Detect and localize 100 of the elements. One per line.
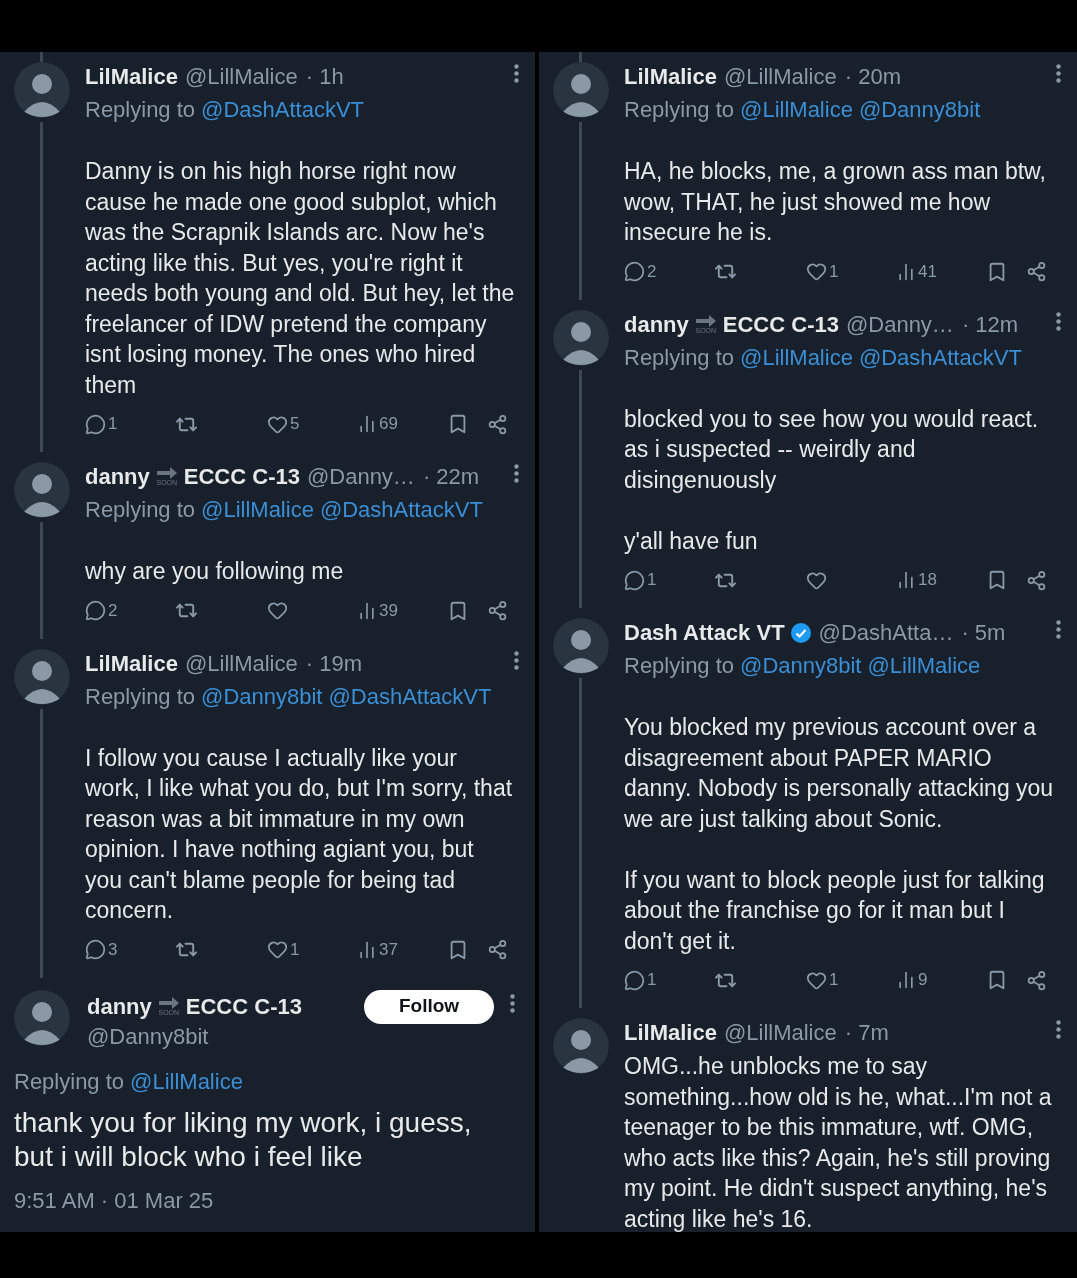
- reply-button[interactable]: 2: [85, 597, 175, 624]
- views-button[interactable]: 37: [357, 936, 447, 963]
- display-name[interactable]: danny: [85, 460, 150, 493]
- views-button[interactable]: 18: [896, 567, 986, 593]
- display-name[interactable]: danny: [87, 989, 152, 1023]
- reply-button[interactable]: 2: [624, 258, 714, 285]
- display-name-suffix: ECCC C-13: [185, 992, 302, 1021]
- reply-button[interactable]: 1: [85, 411, 175, 437]
- reply-button[interactable]: 1: [624, 567, 714, 593]
- user-handle[interactable]: @LillMalice: [184, 646, 298, 680]
- display-name[interactable]: LilMalice: [85, 646, 178, 680]
- post-time: · 19m: [305, 649, 362, 678]
- views-button[interactable]: 41: [896, 258, 986, 285]
- more-options-button[interactable]: [514, 64, 519, 83]
- more-icon: [1056, 620, 1061, 639]
- arrow-icon: [157, 996, 180, 1009]
- post-text: OMG...he unblocks me to say something...how old is he, what...I'm not a teenager to be this immature, wtf. OMG, who acts like this? Again, he's still proving my point. He didn't suspect anything, he's acting like he's 16.: [624, 1052, 1053, 1232]
- reply-button[interactable]: 1: [624, 967, 714, 993]
- share-button[interactable]: [487, 413, 508, 435]
- more-options-button[interactable]: [1056, 64, 1061, 83]
- like-button[interactable]: 1: [267, 936, 357, 963]
- more-icon: [1056, 311, 1061, 331]
- mention-link[interactable]: @Danny8bit: [858, 93, 981, 126]
- more-options-button[interactable]: [514, 650, 519, 670]
- share-icon: [1026, 569, 1047, 591]
- replying-label: Replying to: [624, 343, 735, 372]
- views-icon: [896, 261, 916, 282]
- replying-label: Replying to: [85, 96, 196, 124]
- share-icon: [487, 413, 508, 435]
- share-button[interactable]: [1026, 569, 1047, 591]
- post-text: why are you following me: [85, 557, 345, 586]
- share-button[interactable]: [487, 939, 508, 960]
- mention-link[interactable]: @DashAttackVT: [858, 340, 1022, 374]
- user-handle[interactable]: @Danny…: [845, 307, 954, 341]
- mention-link[interactable]: @DashAttackVT: [319, 493, 483, 526]
- avatar[interactable]: [14, 62, 70, 118]
- avatar[interactable]: [14, 648, 70, 705]
- like-button[interactable]: 1: [806, 967, 896, 993]
- user-handle[interactable]: @LillMalice: [723, 1016, 837, 1049]
- comment-icon: [85, 939, 106, 960]
- post-text: If you want to block people just for talking about the franchise go for it man but I don't get it.: [624, 865, 1046, 956]
- display-name[interactable]: LilMalice: [624, 1016, 717, 1049]
- more-options-button[interactable]: [1056, 620, 1061, 639]
- avatar[interactable]: [553, 62, 609, 118]
- replying-label: Replying to: [14, 1067, 125, 1096]
- mention-link[interactable]: @Danny8bit: [740, 649, 862, 682]
- arrow-icon: [694, 314, 717, 327]
- avatar[interactable]: [553, 618, 609, 674]
- mention-link[interactable]: @LillMalice: [867, 649, 981, 682]
- display-name[interactable]: LilMalice: [624, 60, 717, 93]
- avatar[interactable]: [553, 1018, 609, 1074]
- share-button[interactable]: [1026, 261, 1047, 282]
- mention-link[interactable]: @LillMalice: [201, 493, 314, 526]
- user-handle[interactable]: @Danny8bit: [87, 1022, 364, 1051]
- avatar[interactable]: [553, 309, 609, 366]
- more-options-button[interactable]: [1056, 311, 1061, 331]
- follow-button[interactable]: Follow: [364, 989, 494, 1024]
- user-handle[interactable]: @Danny…: [306, 460, 415, 493]
- views-icon: [357, 414, 377, 434]
- mention-link[interactable]: @LillMalice: [130, 1064, 243, 1098]
- post-time: · 5m: [961, 619, 1006, 647]
- user-handle[interactable]: @LillMalice: [723, 60, 837, 93]
- avatar[interactable]: [14, 462, 70, 518]
- user-handle[interactable]: @DashAtta…: [818, 616, 954, 649]
- user-handle[interactable]: @LillMalice: [184, 60, 298, 93]
- heart-icon: [267, 939, 288, 960]
- views-button[interactable]: 39: [357, 597, 447, 624]
- reply-button[interactable]: 3: [85, 936, 175, 963]
- mention-link[interactable]: @DashAttackVT: [201, 93, 364, 126]
- views-button[interactable]: 9: [896, 967, 986, 993]
- more-options-button[interactable]: [510, 993, 515, 1013]
- post-time: · 20m: [844, 63, 901, 91]
- display-name[interactable]: Dash Attack VT: [624, 616, 785, 649]
- arrow-icon: [155, 467, 178, 479]
- heart-icon: [267, 600, 288, 621]
- more-options-button[interactable]: [1056, 1020, 1061, 1039]
- display-name[interactable]: LilMalice: [85, 60, 178, 93]
- post-time: · 22m: [422, 463, 480, 491]
- like-button[interactable]: 5: [267, 411, 357, 437]
- mention-link[interactable]: @LillMalice: [740, 340, 853, 374]
- mention-link[interactable]: @DashAttackVT: [328, 679, 492, 713]
- post-text: I follow you cause I actually like your work, I like what you do, but I'm sorry, that reason was a bit immature in my own opinion. I have nothing agiant you, but you can't blame people for being tad concern.: [85, 743, 514, 925]
- more-options-button[interactable]: [514, 464, 519, 483]
- views-icon: [357, 939, 377, 960]
- avatar[interactable]: [14, 989, 70, 1046]
- display-name[interactable]: danny: [624, 307, 689, 341]
- mention-link[interactable]: @LillMalice: [740, 93, 853, 126]
- share-icon: [1026, 969, 1047, 991]
- replying-label: Replying to: [624, 96, 735, 124]
- comment-icon: [624, 569, 645, 591]
- post-time: · 1h: [305, 63, 344, 91]
- mention-link[interactable]: @Danny8bit: [201, 679, 323, 713]
- replying-label: Replying to: [85, 682, 196, 711]
- share-button[interactable]: [487, 600, 508, 621]
- views-button[interactable]: 69: [357, 411, 447, 437]
- post-text: HA, he blocks, me, a grown ass man btw, wow, THAT, he just showed me how insecure he is.: [624, 157, 1047, 247]
- share-button[interactable]: [1026, 969, 1047, 991]
- share-icon: [487, 600, 508, 621]
- like-button[interactable]: 1: [806, 258, 896, 285]
- more-icon: [514, 650, 519, 670]
